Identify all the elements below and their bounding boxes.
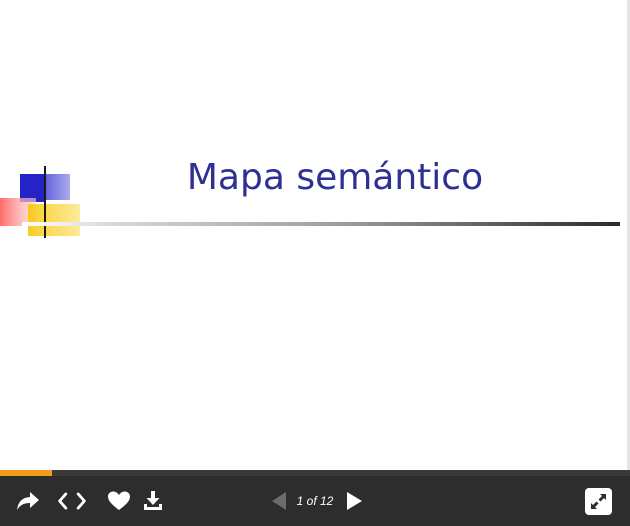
- next-slide-icon: [347, 492, 362, 510]
- slide-canvas: Mapa semántico: [0, 0, 627, 470]
- slide-title: Mapa semántico: [186, 157, 484, 198]
- player-toolbar: 1 of 12: [0, 476, 630, 526]
- embed-code-icon: [58, 492, 86, 510]
- previous-slide-button[interactable]: [263, 486, 293, 516]
- download-button[interactable]: [138, 486, 168, 516]
- slide-decoration: [0, 166, 80, 238]
- slideshow-viewer: Mapa semántico 1 of 12: [0, 0, 630, 526]
- embed-button[interactable]: [57, 486, 87, 516]
- title-underline: [22, 222, 620, 226]
- page-indicator: 1 of 12: [296, 494, 334, 508]
- download-icon: [144, 491, 162, 510]
- heart-icon: [108, 491, 130, 510]
- fullscreen-icon: [591, 494, 606, 509]
- next-slide-button[interactable]: [339, 486, 369, 516]
- fullscreen-button[interactable]: [585, 488, 612, 515]
- previous-slide-icon: [272, 492, 286, 510]
- share-icon: [17, 492, 39, 510]
- share-button[interactable]: [13, 486, 43, 516]
- like-button[interactable]: [104, 486, 134, 516]
